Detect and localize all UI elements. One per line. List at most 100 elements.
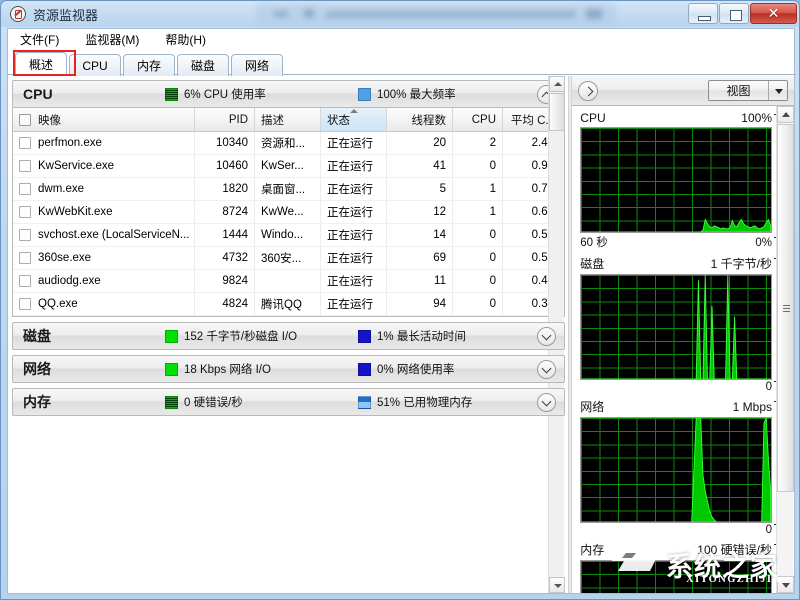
network-section: 网络 18 Kbps 网络 I/O 0% 网络使用率 [12, 355, 565, 383]
network-usage-stat: 0% 网络使用率 [358, 361, 454, 377]
table-row[interactable]: perfmon.exe10340资源和...正在运行2022.40 [13, 132, 564, 155]
scroll-thumb[interactable] [549, 93, 565, 131]
row-checkbox[interactable] [19, 160, 31, 172]
process-table-body: perfmon.exe10340资源和...正在运行2022.40KwServi… [13, 132, 564, 316]
tab-network[interactable]: 网络 [231, 54, 283, 76]
disk-section-title: 磁盘 [23, 326, 163, 346]
chevron-right-icon[interactable] [578, 81, 598, 101]
tab-cpu[interactable]: CPU [69, 54, 121, 76]
row-checkbox[interactable] [19, 298, 31, 310]
cell-pid: 1820 [195, 178, 255, 200]
network-graph-max-label: 1 Mbps [733, 400, 772, 414]
disk-active-swatch [358, 330, 371, 343]
table-row[interactable]: KwService.exe10460KwSer...正在运行4100.94 [13, 155, 564, 178]
table-row[interactable]: 360se.exe4732360安...正在运行6900.50 [13, 247, 564, 270]
menu-help[interactable]: 帮助(H) [161, 29, 210, 50]
tab-disk[interactable]: 磁盘 [177, 54, 229, 76]
cpu-maxfreq-value: 100% 最大频率 [377, 86, 456, 102]
row-checkbox[interactable] [19, 206, 31, 218]
column-header-pid[interactable]: PID [195, 108, 255, 131]
minimize-button[interactable] [688, 3, 718, 24]
column-header-description[interactable]: 描述 [255, 108, 321, 131]
cell-pid: 10460 [195, 155, 255, 177]
cell-desc: KwSer... [255, 155, 321, 177]
cell-cpu: 0 [453, 155, 503, 177]
row-checkbox[interactable] [19, 137, 31, 149]
graph-pane-scrollbar[interactable] [776, 106, 793, 593]
cpu-usage-stat: 6% CPU 使用率 [165, 86, 266, 102]
menu-file[interactable]: 文件(F) [16, 29, 63, 50]
network-section-header[interactable]: 网络 18 Kbps 网络 I/O 0% 网络使用率 [12, 355, 565, 383]
scroll-down-arrow-icon[interactable] [549, 577, 565, 593]
memory-section-header[interactable]: 内存 0 硬错误/秒 51% 已用物理内存 [12, 388, 565, 416]
disk-graph-top-labels: 磁盘1 千字节/秒 [580, 254, 772, 274]
row-checkbox[interactable] [19, 183, 31, 195]
scroll-thumb[interactable] [777, 124, 794, 492]
cell-status: 正在运行 [321, 293, 387, 315]
memory-graph-max-label: 100 硬错误/秒 [697, 541, 772, 558]
scroll-up-arrow-icon[interactable] [549, 76, 565, 92]
network-graph-top-labels: 网络1 Mbps [580, 397, 772, 417]
column-header-status[interactable]: 状态 [321, 108, 387, 131]
disk-active-value: 1% 最长活动时间 [377, 328, 466, 344]
memory-hardfaults-stat: 0 硬错误/秒 [165, 394, 243, 410]
chevron-down-icon[interactable] [768, 81, 787, 100]
cell-desc: 腾讯QQ [255, 293, 321, 315]
row-checkbox[interactable] [19, 229, 31, 241]
cell-cpu: 2 [453, 132, 503, 154]
network-graph [580, 417, 772, 523]
cell-desc: KwWe... [255, 201, 321, 223]
table-row[interactable]: QQ.exe4824腾讯QQ正在运行9400.34 [13, 293, 564, 316]
process-image-name: svchost.exe (LocalServiceN... [38, 229, 189, 241]
title-bar[interactable]: 资源监视器 ✕ [1, 1, 800, 27]
column-label-threads: 线程数 [412, 112, 447, 128]
window-title: 资源监视器 [33, 5, 98, 24]
menu-bar: 文件(F) 监视器(M) 帮助(H) [7, 28, 795, 50]
network-io-stat: 18 Kbps 网络 I/O [165, 361, 271, 377]
disk-active-stat: 1% 最长活动时间 [358, 328, 466, 344]
close-button[interactable]: ✕ [750, 3, 797, 24]
tab-memory[interactable]: 内存 [123, 54, 175, 76]
cell-cpu: 1 [453, 201, 503, 223]
cpu-usage-swatch [165, 88, 178, 101]
cell-image: KwService.exe [13, 155, 195, 177]
graph-toolbar: 视图 [572, 76, 794, 106]
cell-status: 正在运行 [321, 201, 387, 223]
table-row[interactable]: svchost.exe (LocalServiceN... 1444Windo..… [13, 224, 564, 247]
column-header-threads[interactable]: 线程数 [387, 108, 453, 131]
disk-section-header[interactable]: 磁盘 152 千字节/秒磁盘 I/O 1% 最长活动时间 [12, 322, 565, 350]
scroll-up-arrow-icon[interactable] [777, 106, 794, 123]
overview-left-pane: CPU 6% CPU 使用率 100% 最大频率 [8, 76, 568, 593]
row-checkbox[interactable] [19, 275, 31, 287]
menu-monitor[interactable]: 监视器(M) [81, 29, 143, 50]
network-io-swatch [165, 363, 178, 376]
chevron-down-icon[interactable] [537, 393, 556, 412]
table-row[interactable]: audiodg.exe9824正在运行1100.45 [13, 270, 564, 293]
cell-pid: 1444 [195, 224, 255, 246]
cell-status: 正在运行 [321, 132, 387, 154]
cpu-section-header[interactable]: CPU 6% CPU 使用率 100% 最大频率 [12, 80, 565, 108]
memory-graph-title: 内存 [580, 541, 604, 558]
tab-overview[interactable]: 概述 [15, 52, 67, 76]
table-row[interactable]: dwm.exe1820桌面窗...正在运行510.72 [13, 178, 564, 201]
column-label-status: 状态 [327, 112, 350, 128]
maximize-button[interactable] [719, 3, 749, 24]
disk-io-value: 152 千字节/秒磁盘 I/O [184, 328, 297, 344]
process-image-name: perfmon.exe [38, 137, 102, 149]
cell-threads: 20 [387, 132, 453, 154]
table-row[interactable]: KwWebKit.exe8724KwWe...正在运行1210.64 [13, 201, 564, 224]
cell-desc: Windo... [255, 224, 321, 246]
chevron-down-icon[interactable] [537, 360, 556, 379]
column-header-cpu[interactable]: CPU [453, 108, 503, 131]
row-checkbox[interactable] [19, 252, 31, 264]
view-button[interactable]: 视图 [708, 80, 788, 101]
process-table-header: 映像 PID 描述 状态 线程数 [13, 108, 564, 132]
cell-desc: 桌面窗... [255, 178, 321, 200]
select-all-checkbox[interactable] [19, 114, 31, 126]
column-header-image[interactable]: 映像 [13, 108, 195, 131]
cpu-maxfreq-swatch [358, 88, 371, 101]
cell-desc [255, 270, 321, 292]
process-image-name: dwm.exe [38, 183, 84, 195]
scroll-down-arrow-icon[interactable] [777, 576, 794, 593]
chevron-down-icon[interactable] [537, 327, 556, 346]
